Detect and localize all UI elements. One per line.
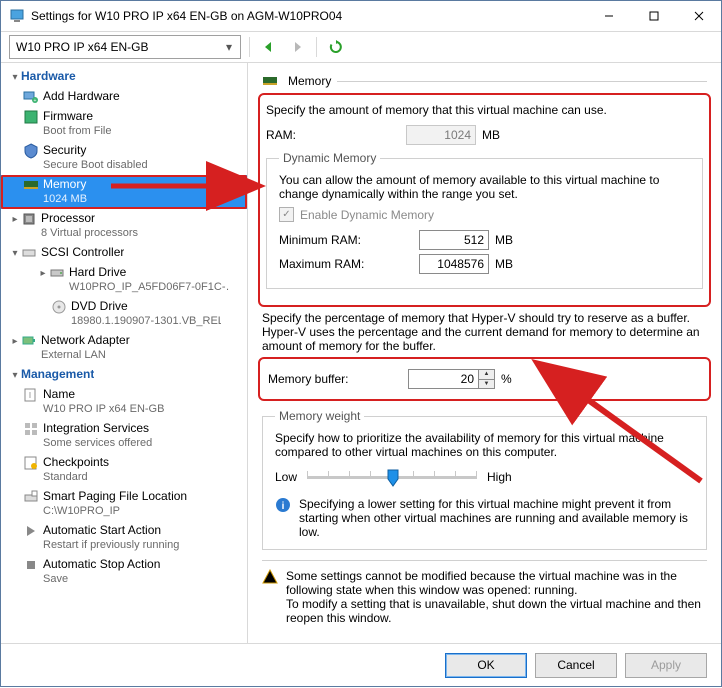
min-ram-input[interactable] [419,230,489,250]
nav-dvd-drive[interactable]: DVD Drive 18980.1.190907-1301.VB_REL… [1,297,247,331]
dynamic-memory-group: Dynamic Memory You can allow the amount … [266,151,703,289]
close-button[interactable] [676,1,721,31]
enable-dynamic-memory-checkbox: ✓ Enable Dynamic Memory [279,207,690,222]
expand-icon: ▸ [9,211,21,227]
network-icon [21,333,37,349]
add-hardware-icon: + [23,89,39,105]
nav-processor[interactable]: ▸ Processor 8 Virtual processors [1,209,247,243]
collapse-icon: ▾ [9,367,21,383]
nav-scsi-controller[interactable]: ▾ SCSI Controller [1,243,247,263]
nav-security[interactable]: Security Secure Boot disabled [1,141,247,175]
settings-window: Settings for W10 PRO IP x64 EN-GB on AGM… [0,0,722,687]
nav-hard-drive[interactable]: ▸ Hard Drive W10PRO_IP_A5FD06F7-0F1C-… [1,263,247,297]
nav-network-adapter[interactable]: ▸ Network Adapter External LAN [1,331,247,365]
app-icon [9,8,25,24]
scsi-icon [21,245,37,261]
nav-memory[interactable]: Memory 1024 MB [1,175,247,209]
memory-weight-desc: Specify how to prioritize the availabili… [275,431,694,459]
warning-icon: ! [262,569,278,585]
nav-auto-start[interactable]: Automatic Start Action Restart if previo… [1,521,247,555]
hard-drive-icon [49,265,65,281]
auto-stop-icon [23,557,39,573]
collapse-icon: ▾ [9,245,21,261]
vm-selector[interactable]: W10 PRO IP x64 EN-GB ▾ [9,35,241,59]
firmware-icon [23,109,39,125]
dynamic-memory-desc: You can allow the amount of memory avail… [279,173,690,201]
memory-icon [262,73,278,89]
max-ram-label: Maximum RAM: [279,257,419,271]
weight-info-text: Specifying a lower setting for this virt… [299,497,694,539]
memory-buffer-spinner[interactable]: ▲▼ [408,369,495,389]
expand-icon: ▸ [9,333,21,349]
nav-back-button[interactable] [258,36,280,58]
integration-icon [23,421,39,437]
nav-name[interactable]: I Name W10 PRO IP x64 EN-GB [1,385,247,419]
nav-checkpoints[interactable]: Checkpoints Standard [1,453,247,487]
slider-thumb-icon[interactable] [387,469,399,487]
memory-buffer-label: Memory buffer: [268,372,408,386]
ram-input [406,125,476,145]
security-icon [23,143,39,159]
nav-add-hardware[interactable]: + Add Hardware [1,87,247,107]
vm-selector-value: W10 PRO IP x64 EN-GB [16,40,222,54]
weight-low-label: Low [275,470,297,484]
chevron-down-icon: ▾ [222,40,236,54]
svg-text:I: I [29,391,31,400]
nav-category-hardware[interactable]: ▾ Hardware [1,67,247,87]
title-bar: Settings for W10 PRO IP x64 EN-GB on AGM… [1,1,721,32]
memory-weight-legend: Memory weight [275,409,364,423]
dynamic-memory-legend: Dynamic Memory [279,151,380,165]
maximize-button[interactable] [631,1,676,31]
collapse-icon: ▾ [9,69,21,85]
svg-text:!: ! [269,573,272,583]
pane-heading: Memory [288,74,331,88]
min-ram-label: Minimum RAM: [279,233,419,247]
minimize-button[interactable] [586,1,631,31]
paging-icon [23,489,39,505]
name-icon: I [23,387,39,403]
checkbox-icon: ✓ [279,207,294,222]
apply-button: Apply [625,653,707,678]
max-ram-input[interactable] [419,254,489,274]
refresh-button[interactable] [325,36,347,58]
nav-forward-button[interactable] [286,36,308,58]
settings-nav: ▾ Hardware + Add Hardware Firmware Boot … [1,63,248,643]
memory-weight-group: Memory weight Specify how to prioritize … [262,409,707,550]
buffer-desc: Specify the percentage of memory that Hy… [262,311,707,353]
ram-unit: MB [482,128,500,142]
memory-intro-text: Specify the amount of memory that this v… [266,103,703,117]
nav-category-management[interactable]: ▾ Management [1,365,247,385]
ram-label: RAM: [266,128,406,142]
window-title: Settings for W10 PRO IP x64 EN-GB on AGM… [31,9,586,23]
memory-weight-slider[interactable] [307,467,477,487]
expand-icon: ▸ [37,265,49,281]
nav-integration-services[interactable]: Integration Services Some services offer… [1,419,247,453]
spin-down-icon[interactable]: ▼ [479,379,494,389]
dialog-footer: OK Cancel Apply [1,644,721,686]
checkpoint-icon [23,455,39,471]
info-icon: i [275,497,291,513]
svg-text:i: i [282,501,285,512]
svg-text:+: + [34,98,37,104]
nav-firmware[interactable]: Firmware Boot from File [1,107,247,141]
nav-smart-paging[interactable]: Smart Paging File Location C:\W10PRO_IP [1,487,247,521]
toolbar: W10 PRO IP x64 EN-GB ▾ [1,32,721,63]
memory-buffer-input[interactable] [408,369,478,389]
cancel-button[interactable]: Cancel [535,653,617,678]
running-state-warning: Some settings cannot be modified because… [286,569,707,625]
memory-icon [23,177,39,193]
processor-icon [21,211,37,227]
weight-high-label: High [487,470,512,484]
auto-start-icon [23,523,39,539]
memory-settings-pane: Memory Specify the amount of memory that… [248,63,721,643]
spin-up-icon[interactable]: ▲ [479,370,494,379]
ok-button[interactable]: OK [445,653,527,678]
nav-auto-stop[interactable]: Automatic Stop Action Save [1,555,247,589]
dvd-icon [51,299,67,315]
